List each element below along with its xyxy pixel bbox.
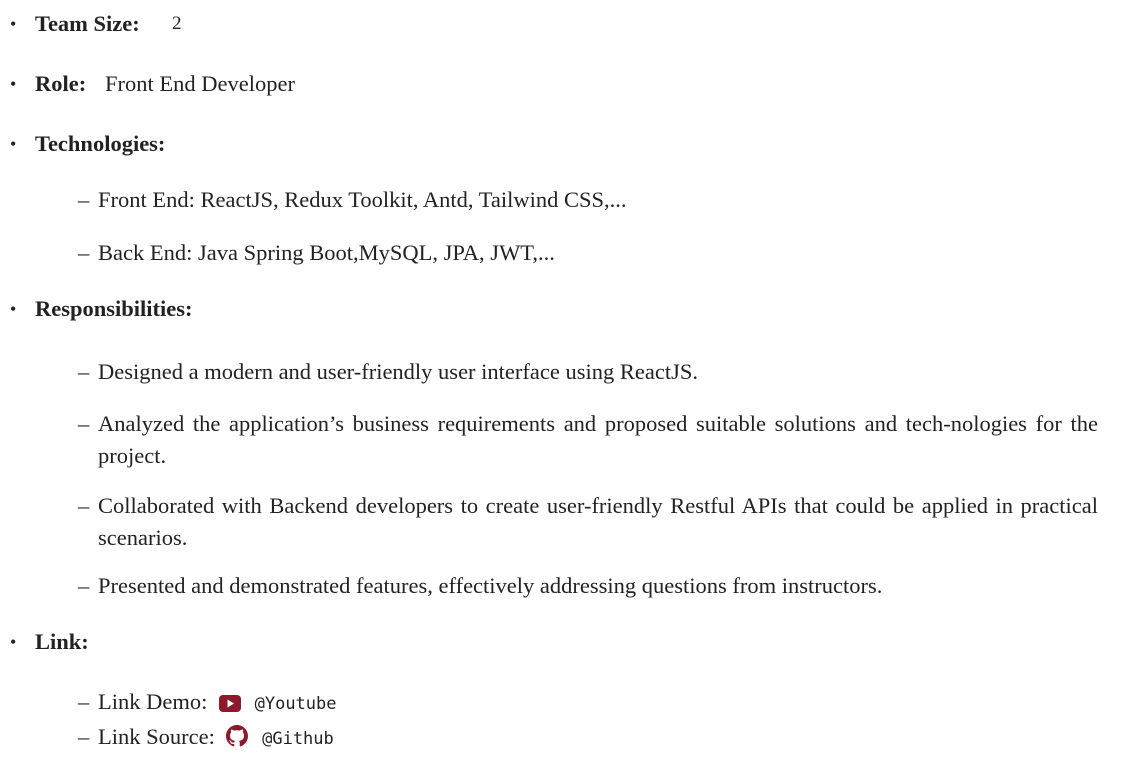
dash: –: [78, 240, 90, 265]
dash: –: [78, 573, 90, 598]
tech-item-text: Front End: ReactJS, Redux Toolkit, Antd,…: [98, 187, 627, 212]
dash: –: [78, 411, 90, 436]
github-icon[interactable]: [226, 725, 249, 754]
responsibility-text: Collaborated with Backend developers to …: [98, 493, 1098, 550]
responsibilities-label: Responsibilities:: [35, 296, 193, 321]
link-demo-label: Link Demo:: [98, 689, 208, 714]
link-source-label: Link Source:: [98, 724, 215, 749]
responsibility-item: – Collaborated with Backend developers t…: [78, 490, 1098, 554]
role-value: Front End Developer: [105, 71, 295, 96]
dash: –: [78, 359, 90, 384]
dash: –: [78, 689, 90, 714]
bullet: •: [10, 134, 17, 154]
tech-item-frontend: – Front End: ReactJS, Redux Toolkit, Ant…: [78, 186, 627, 214]
responsibility-item: – Analyzed the application’s business re…: [78, 408, 1098, 472]
dash: –: [78, 187, 90, 212]
responsibility-text: Analyzed the application’s business requ…: [98, 411, 1098, 468]
responsibility-item: – Designed a modern and user-friendly us…: [78, 358, 698, 386]
technologies-label: Technologies:: [35, 131, 166, 156]
youtube-icon[interactable]: [218, 691, 241, 719]
link-demo-text[interactable]: @Youtube: [255, 694, 337, 714]
dash: –: [78, 493, 90, 518]
responsibility-text: Designed a modern and user-friendly user…: [98, 359, 698, 384]
link-source-item: – Link Source: @Github: [78, 723, 334, 754]
link-source-text[interactable]: @Github: [262, 729, 334, 749]
responsibility-item: – Presented and demonstrated features, e…: [78, 572, 883, 600]
team-size-value: 2: [172, 13, 182, 34]
project-details: • Team Size: 2 • Role: Front End Develop…: [0, 0, 1131, 760]
bullet: •: [10, 14, 17, 34]
tech-item-backend: – Back End: Java Spring Boot,MySQL, JPA,…: [78, 239, 555, 267]
role-label: Role:: [35, 71, 87, 96]
dash: –: [78, 724, 90, 749]
bullet: •: [10, 299, 17, 319]
responsibility-text: Presented and demonstrated features, eff…: [98, 573, 883, 598]
team-size-label: Team Size:: [35, 11, 140, 36]
link-label: Link:: [35, 629, 89, 654]
bullet: •: [10, 74, 17, 94]
bullet: •: [10, 632, 17, 652]
tech-item-text: Back End: Java Spring Boot,MySQL, JPA, J…: [98, 240, 555, 265]
link-demo-item: – Link Demo: @Youtube: [78, 688, 337, 719]
